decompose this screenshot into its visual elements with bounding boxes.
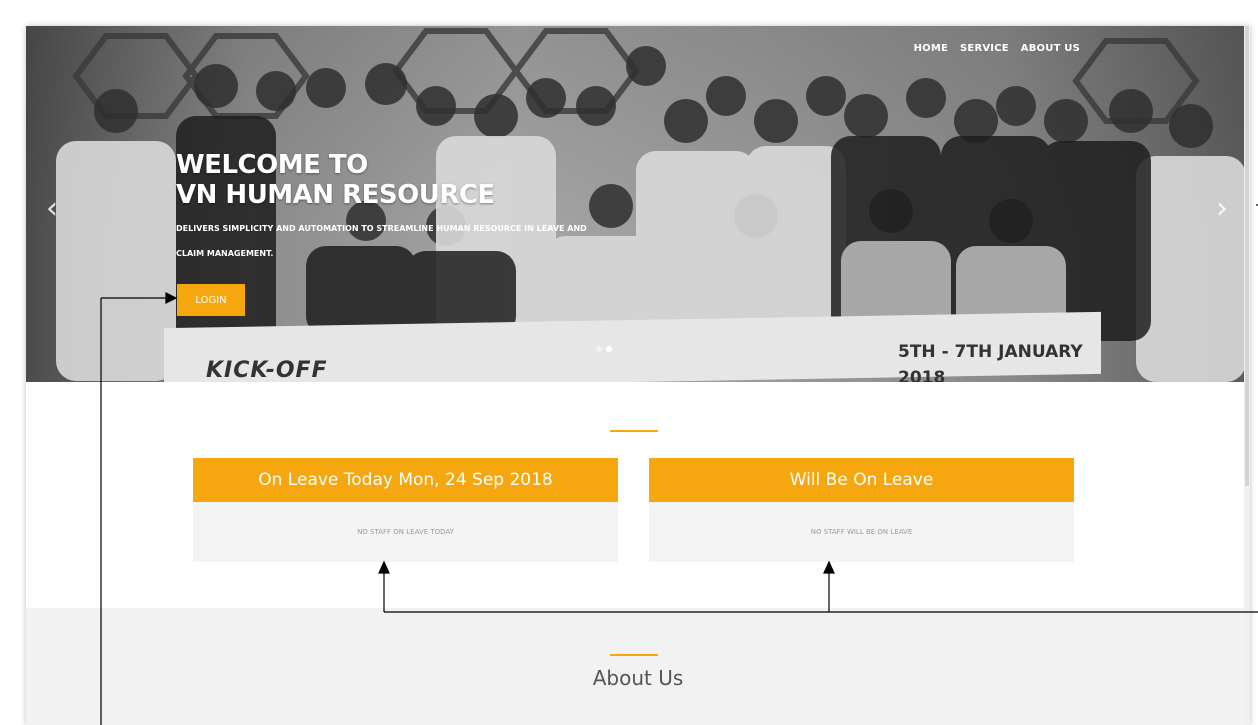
annotation-overlay [100, 204, 1258, 725]
